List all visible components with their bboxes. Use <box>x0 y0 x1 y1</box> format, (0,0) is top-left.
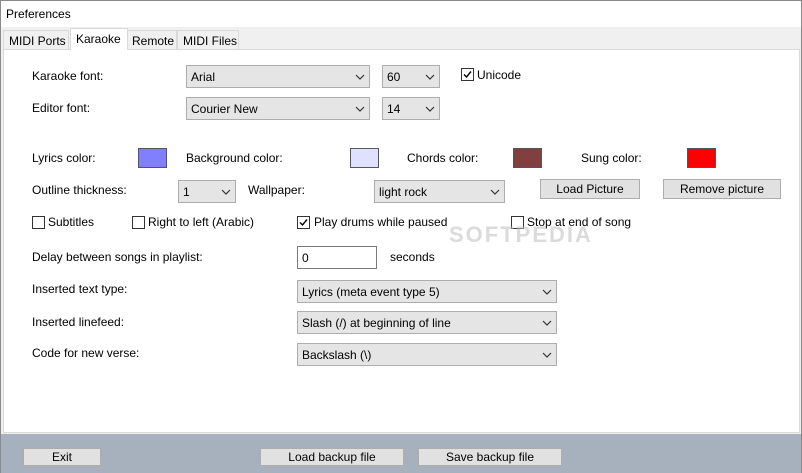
new-verse-code-label: Code for new verse: <box>32 346 140 360</box>
karaoke-font-label: Karaoke font: <box>32 69 104 83</box>
sung-color-label: Sung color: <box>581 151 642 165</box>
stop-at-end-checkbox[interactable] <box>511 216 524 229</box>
new-verse-code-select[interactable]: Backslash (\) <box>297 343 557 366</box>
wallpaper-select[interactable]: light rock <box>374 180 505 203</box>
outline-thickness-label: Outline thickness: <box>32 183 127 197</box>
chevron-down-icon <box>425 106 435 112</box>
inserted-linefeed-select[interactable]: Slash (/) at beginning of line <box>297 311 557 334</box>
subtitles-label: Subtitles <box>48 215 95 229</box>
lyrics-color-swatch[interactable] <box>138 148 167 168</box>
rtl-checkbox[interactable] <box>132 216 145 229</box>
wallpaper-value: light rock <box>379 185 428 199</box>
chords-color-label: Chords color: <box>407 151 479 165</box>
tab-remote[interactable]: Remote <box>126 30 177 49</box>
unicode-checkbox[interactable] <box>461 68 474 81</box>
inserted-text-type-label: Inserted text type: <box>32 282 128 296</box>
checkmark-icon <box>299 219 308 227</box>
load-picture-button[interactable]: Load Picture <box>540 179 640 199</box>
unicode-label: Unicode <box>477 68 522 82</box>
rtl-label: Right to left (Arabic) <box>148 215 255 229</box>
lyrics-color-label: Lyrics color: <box>32 151 96 165</box>
sung-color-swatch[interactable] <box>687 148 716 168</box>
inserted-linefeed-value: Slash (/) at beginning of line <box>302 316 451 330</box>
chevron-down-icon <box>355 106 365 112</box>
background-color-swatch[interactable] <box>350 148 379 168</box>
chevron-down-icon <box>490 189 500 195</box>
load-backup-button[interactable]: Load backup file <box>260 448 404 466</box>
chevron-down-icon <box>221 189 231 195</box>
subtitles-checkbox[interactable] <box>32 216 45 229</box>
karaoke-size-select[interactable]: 60 <box>382 65 440 88</box>
save-backup-button[interactable]: Save backup file <box>418 448 562 466</box>
tab-midi-files[interactable]: MIDI Files <box>177 30 239 49</box>
editor-size-value: 14 <box>387 102 401 116</box>
inserted-linefeed-label: Inserted linefeed: <box>32 315 125 329</box>
footer-bar: Exit Load backup file Save backup file <box>1 434 801 473</box>
delay-value: 0 <box>302 251 309 265</box>
inserted-text-type-select[interactable]: Lyrics (meta event type 5) <box>297 280 557 303</box>
remove-picture-button[interactable]: Remove picture <box>663 179 781 199</box>
play-drums-checkbox[interactable] <box>297 216 310 229</box>
preferences-window: Preferences MIDI Ports Karaoke Remote MI… <box>0 0 802 473</box>
editor-font-label: Editor font: <box>32 101 91 115</box>
window-title: Preferences <box>6 7 71 21</box>
editor-size-select[interactable]: 14 <box>382 97 440 120</box>
delay-input[interactable]: 0 <box>297 246 377 269</box>
karaoke-size-value: 60 <box>387 70 401 84</box>
outline-thickness-select[interactable]: 1 <box>178 180 236 203</box>
play-drums-label: Play drums while paused <box>314 215 448 229</box>
title-bar: Preferences <box>1 1 801 27</box>
checkmark-icon <box>463 71 472 79</box>
wallpaper-label: Wallpaper: <box>248 183 305 197</box>
chevron-down-icon <box>542 320 552 326</box>
exit-button[interactable]: Exit <box>23 448 101 466</box>
stop-at-end-label: Stop at end of song <box>527 215 632 229</box>
karaoke-font-value: Arial <box>191 70 216 84</box>
tab-karaoke[interactable]: Karaoke <box>70 28 128 50</box>
chevron-down-icon <box>425 74 435 80</box>
outline-thickness-value: 1 <box>183 185 190 199</box>
chevron-down-icon <box>355 74 365 80</box>
chevron-down-icon <box>542 289 552 295</box>
tab-midi-ports[interactable]: MIDI Ports <box>3 30 69 49</box>
chords-color-swatch[interactable] <box>513 148 542 168</box>
delay-label: Delay between songs in playlist: <box>32 250 203 264</box>
background-color-label: Background color: <box>186 151 283 165</box>
chevron-down-icon <box>542 352 552 358</box>
inserted-text-type-value: Lyrics (meta event type 5) <box>302 285 440 299</box>
editor-font-select[interactable]: Courier New <box>186 97 370 120</box>
new-verse-code-value: Backslash (\) <box>302 348 372 362</box>
editor-font-value: Courier New <box>191 102 258 116</box>
karaoke-font-select[interactable]: Arial <box>186 65 370 88</box>
delay-unit-label: seconds <box>390 250 435 264</box>
karaoke-panel: Karaoke font: Arial 60 Unicode Editor fo… <box>3 49 800 433</box>
